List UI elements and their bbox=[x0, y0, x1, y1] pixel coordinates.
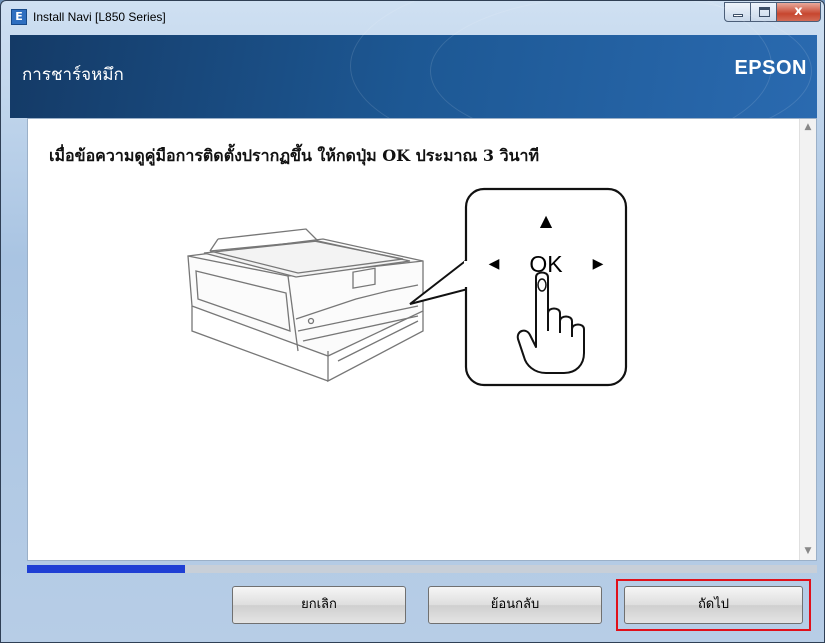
progress-bar bbox=[27, 565, 817, 573]
window-title: Install Navi [L850 Series] bbox=[33, 10, 166, 24]
printer-drawing bbox=[187, 228, 424, 383]
content-panel: เมื่อข้อความดูคู่มือการติดตั้งปรากฏขึ้น … bbox=[27, 118, 817, 561]
scroll-up-icon[interactable]: ▲ bbox=[800, 119, 816, 136]
maximize-icon bbox=[759, 7, 770, 17]
printer-illustration: ▲ ◀ ▶ OK bbox=[187, 187, 628, 387]
cancel-button[interactable]: ยกเลิก bbox=[232, 586, 406, 624]
close-button[interactable]: x bbox=[776, 2, 821, 22]
arrow-left-icon: ◀ bbox=[489, 256, 500, 272]
page-title: การชาร์จหมึก bbox=[22, 65, 124, 85]
arrow-right-icon: ▶ bbox=[593, 256, 604, 272]
back-button[interactable]: ย้อนกลับ bbox=[428, 586, 602, 624]
vertical-scrollbar[interactable]: ▲ ▼ bbox=[799, 119, 816, 560]
epson-app-icon: E bbox=[11, 9, 27, 25]
scroll-down-icon[interactable]: ▼ bbox=[800, 543, 816, 560]
instruction-text: เมื่อข้อความดูคู่มือการติดตั้งปรากฏขึ้น … bbox=[49, 146, 540, 165]
close-icon: x bbox=[794, 4, 803, 19]
header-banner: การชาร์จหมึก EPSON bbox=[10, 1, 817, 157]
arrow-up-icon: ▲ bbox=[540, 211, 553, 230]
progress-fill bbox=[27, 565, 185, 573]
epson-logo: EPSON bbox=[734, 57, 807, 79]
installer-window: E Install Navi [L850 Series] x การชาร์จห… bbox=[0, 0, 825, 643]
next-button-highlight bbox=[616, 579, 811, 631]
callout-joint bbox=[464, 261, 470, 287]
